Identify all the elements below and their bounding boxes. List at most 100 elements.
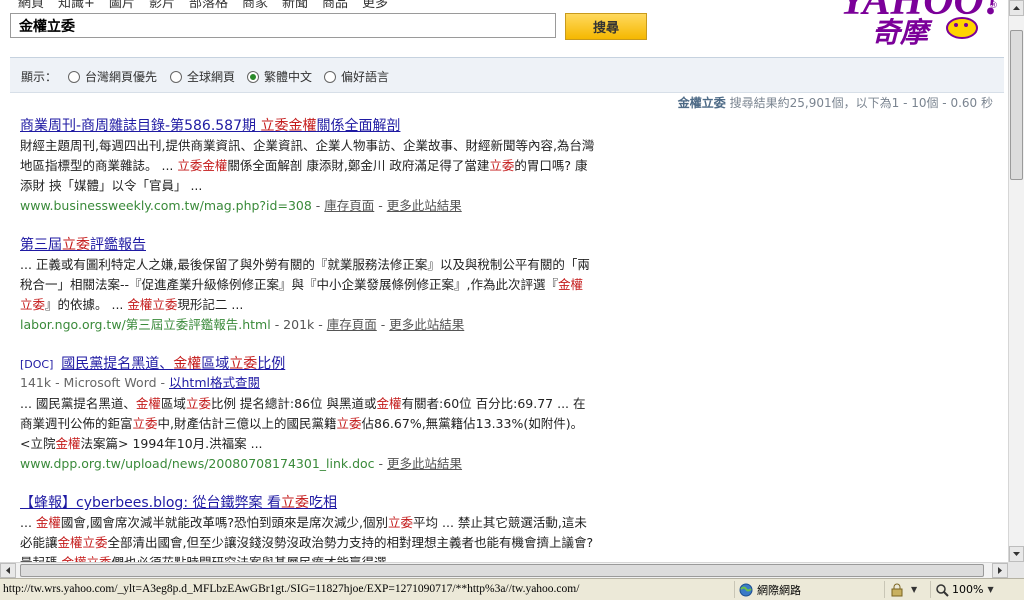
highlighted-term: 金權立委 [61, 555, 111, 562]
search-button[interactable]: 搜尋 [565, 13, 647, 40]
yahoo-kimo-logo[interactable]: YAHOO! 奇摩 ® [838, 0, 1008, 48]
radio-icon[interactable] [324, 70, 336, 83]
text-segment: 區域 [201, 356, 230, 372]
text-segment: 國民黨提名黑道、 [61, 356, 174, 372]
top-nav-item[interactable]: 商品 [322, 0, 348, 11]
result-file-info: 141k - Microsoft Word - [20, 375, 169, 390]
highlighted-term: 立委 [177, 158, 203, 173]
filter-option-label: 全球網頁 [187, 70, 236, 84]
zoom-control[interactable]: 100% ▼ [930, 581, 1020, 598]
highlighted-term: 金權 [35, 515, 61, 530]
text-segment: 法案篇> 1994年10月.洪福案 ... [80, 436, 263, 451]
scroll-down-button[interactable] [1009, 546, 1024, 562]
search-result: 第三屆立委評鑑報告 ... 正義或有圖利特定人之嫌,最後保留了與外勞有關的『就業… [20, 234, 595, 335]
highlighted-term: 金權 [376, 396, 402, 411]
result-title-link[interactable]: 【蜂報】cyberbees.blog: 從台鐵弊案 看立委吃相 [20, 492, 337, 512]
top-nav-item[interactable]: 部落格 [189, 0, 228, 11]
result-url: www.dpp.org.tw/upload/news/2008070817430… [20, 456, 375, 471]
filter-global-web[interactable]: 全球網頁 [170, 68, 235, 85]
more-from-site-link[interactable]: 更多此站結果 [387, 456, 462, 471]
registered-mark: ® [989, 1, 998, 11]
result-url-line: labor.ngo.org.tw/第三屆立委評鑑報告.html - 201k -… [20, 317, 465, 332]
logo-sub: 奇摩 [872, 16, 933, 48]
scroll-left-button[interactable] [0, 563, 16, 578]
top-nav-item[interactable]: 網頁 [18, 0, 44, 11]
top-navigation: 網頁 知識+ 圖片 影片 部落格 商家 新聞 商品 更多 [18, 0, 402, 11]
radio-icon[interactable] [68, 70, 80, 83]
highlighted-term: 立委 [280, 495, 309, 511]
highlighted-term: 立委 [229, 356, 258, 372]
top-nav-item[interactable]: 影片 [149, 0, 175, 11]
text-segment: 【蜂報】cyberbees.blog: 從台鐵弊案 看 [20, 495, 281, 511]
text-segment: 區域 [160, 396, 186, 411]
more-from-site-link[interactable]: 更多此站結果 [389, 317, 464, 332]
result-snippet: ... 金權國會,國會席次減半就能改革嗎?恐怕到頭來是席次減少,個別立委平均 .… [20, 513, 595, 562]
scrollbar-corner [1008, 562, 1024, 578]
text-segment: ... 國民黨提名黑道、 [20, 396, 136, 411]
arrow-up-icon [1013, 6, 1020, 10]
radio-selected-icon[interactable] [247, 70, 259, 83]
text-segment: ... 正義或有圖利特定人之嫌,最後保留了與外勞有關的『就業服務法修正案』以及與… [20, 257, 590, 292]
result-url: labor.ngo.org.tw/第三屆立委評鑑報告.html [20, 317, 271, 332]
filter-taiwan-first[interactable]: 台灣網頁優先 [68, 68, 157, 85]
browser-viewport: 網頁 知識+ 圖片 影片 部落格 商家 新聞 商品 更多 搜尋 YAHOO! 奇摩 ® 顯示： … [0, 0, 1008, 562]
result-meta: 141k - Microsoft Word - 以html格式查閱 [20, 373, 595, 393]
filter-bar: 顯示： 台灣網頁優先 全球網頁 繁體中文 偏好語言 [10, 57, 1004, 93]
result-size: 201k [283, 317, 315, 332]
text-segment: 比例 提名總計:86位 與黑道或 [210, 396, 377, 411]
radio-icon[interactable] [170, 70, 182, 83]
highlighted-term: 金權 [288, 118, 317, 134]
globe-icon [739, 583, 753, 596]
status-url: http://tw.wrs.yahoo.com/_ylt=A3eg8p.d_MF… [3, 583, 580, 595]
highlighted-term: 金權 [202, 158, 228, 173]
arrow-left-icon [6, 567, 10, 574]
filter-label: 顯示： [21, 70, 58, 84]
top-nav-item[interactable]: 更多 [362, 0, 388, 11]
text-segment: 商業周刊-商周雜誌目錄-第586.587期 [20, 118, 261, 134]
text-segment: 吃相 [308, 495, 337, 511]
search-result: 商業周刊-商周雜誌目錄-第586.587期 立委金權關係全面解剖 財經主題周刊,… [20, 115, 595, 216]
highlighted-term: 金權立委 [57, 535, 108, 550]
result-title-link[interactable]: 國民黨提名黑道、金權區域立委比例 [61, 353, 285, 373]
more-from-site-link[interactable]: 更多此站結果 [387, 198, 462, 213]
top-nav-item[interactable]: 圖片 [109, 0, 135, 11]
text-segment: 現形記二 ... [177, 297, 244, 312]
highlighted-term: 立委 [260, 118, 289, 134]
top-nav-item[interactable]: 商家 [242, 0, 268, 11]
search-result: [DOC] 國民黨提名黑道、金權區域立委比例 141k - Microsoft … [20, 353, 595, 474]
highlighted-term: 立委 [336, 416, 362, 431]
security-zone[interactable]: 網際網路 [734, 581, 854, 598]
text-segment: 比例 [257, 356, 286, 372]
horizontal-scrollbar[interactable] [0, 562, 1008, 578]
search-input[interactable] [10, 13, 556, 38]
protected-mode-indicator[interactable]: ▼ [884, 581, 928, 598]
search-result: 【蜂報】cyberbees.blog: 從台鐵弊案 看立委吃相 ... 金權國會… [20, 492, 595, 562]
result-snippet: ... 正義或有圖利特定人之嫌,最後保留了與外勞有關的『就業服務法修正案』以及與… [20, 255, 595, 315]
vertical-scroll-thumb[interactable] [1010, 30, 1023, 180]
text-segment: 關係全面解剖 [316, 118, 401, 134]
result-title-link[interactable]: 第三屆立委評鑑報告 [20, 234, 146, 254]
doc-type-tag: [DOC] [20, 358, 54, 371]
dropdown-arrow-icon: ▼ [911, 585, 918, 594]
vertical-scrollbar[interactable] [1008, 0, 1024, 562]
text-segment: 國會,國會席次減半就能改革嗎?恐怕到頭來是席次減少,個別 [60, 515, 389, 530]
highlighted-term: 金權 [55, 436, 81, 451]
summary-query: 金權立委 [677, 96, 726, 110]
filter-traditional-chinese[interactable]: 繁體中文 [247, 68, 312, 85]
arrow-right-icon [998, 567, 1002, 574]
scroll-up-button[interactable] [1009, 0, 1024, 16]
cached-page-link[interactable]: 庫存頁面 [324, 198, 374, 213]
lock-icon [891, 583, 903, 596]
filter-option-label: 偏好語言 [341, 70, 390, 84]
top-nav-item[interactable]: 知識+ [58, 0, 95, 11]
result-snippet: ... 國民黨提名黑道、金權區域立委比例 提名總計:86位 與黑道或金權有關者:… [20, 394, 595, 454]
top-nav-item[interactable]: 新聞 [282, 0, 308, 11]
result-url-line: www.dpp.org.tw/upload/news/2008070817430… [20, 456, 463, 471]
horizontal-scroll-thumb[interactable] [20, 564, 984, 577]
highlighted-term: 立委 [62, 237, 90, 253]
view-as-html-link[interactable]: 以html格式查閱 [169, 375, 260, 390]
result-title-link[interactable]: 商業周刊-商周雜誌目錄-第586.587期 立委金權關係全面解剖 [20, 115, 400, 135]
scroll-right-button[interactable] [992, 563, 1008, 578]
filter-preferred-language[interactable]: 偏好語言 [324, 68, 389, 85]
cached-page-link[interactable]: 庫存頁面 [327, 317, 377, 332]
